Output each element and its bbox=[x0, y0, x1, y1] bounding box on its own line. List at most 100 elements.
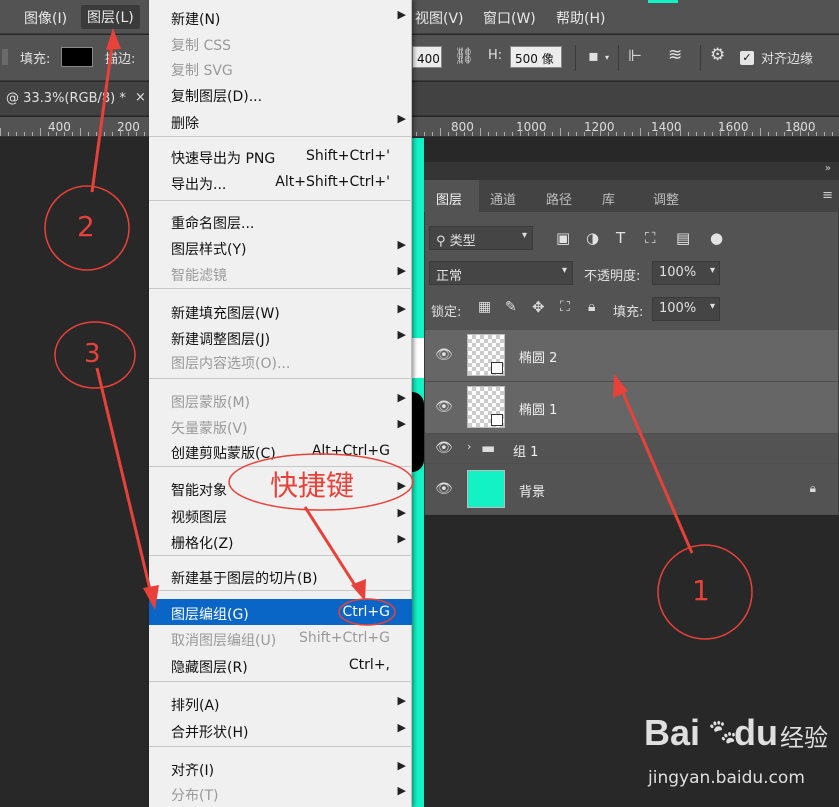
chevron-down-icon: ▾ bbox=[709, 265, 715, 276]
width-field[interactable]: 400 像 bbox=[412, 46, 442, 68]
lock-transparent-icon[interactable]: ▦ bbox=[478, 299, 491, 315]
folder-icon: ▬ bbox=[481, 439, 496, 457]
tab-channels[interactable]: 通道 bbox=[490, 189, 516, 208]
menu-item[interactable]: 智能滤镜 ▶ bbox=[149, 260, 412, 286]
menu-item[interactable]: 复制 CSS bbox=[149, 30, 412, 56]
menu-item[interactable]: 合并形状(H) ▶ bbox=[149, 717, 412, 743]
height-field[interactable]: 500 像 bbox=[510, 46, 562, 68]
layer-filter-select[interactable]: ⚲ 类型 ▾ bbox=[429, 226, 533, 250]
fill-swatch[interactable] bbox=[61, 47, 93, 67]
layer-row[interactable]: 👁︎ 椭圆 1 bbox=[425, 382, 838, 434]
ruler-tick bbox=[776, 132, 777, 136]
visibility-eye-icon[interactable]: 👁︎ bbox=[435, 347, 453, 363]
menu-item[interactable]: 隐藏图层(R) Ctrl+, bbox=[149, 652, 412, 678]
visibility-eye-icon[interactable]: 👁︎ bbox=[435, 481, 453, 497]
chevron-down-icon: ▾ bbox=[521, 230, 527, 241]
ruler-tick bbox=[576, 132, 577, 136]
lock-move-icon[interactable]: ✥ bbox=[532, 298, 545, 316]
menu-window[interactable]: 窗口(W) bbox=[483, 8, 536, 28]
menu-item-label: 新建基于图层的切片(B) bbox=[171, 571, 318, 587]
filter-toggle-icon[interactable]: ● bbox=[710, 229, 723, 247]
layer-name[interactable]: 椭圆 2 bbox=[519, 347, 557, 366]
filter-pixel-icon[interactable]: ▣ bbox=[556, 229, 570, 247]
align-edges-checkbox[interactable]: ✓ bbox=[740, 51, 754, 65]
panel-collapse-bar: » bbox=[424, 162, 839, 180]
menu-item[interactable]: 新建基于图层的切片(B) bbox=[149, 563, 412, 589]
visibility-eye-icon[interactable]: 👁︎ bbox=[435, 440, 453, 456]
layers-panel-tabs: 图层 通道 路径 库 调整 ≡ bbox=[424, 180, 839, 212]
layer-thumbnail bbox=[467, 470, 505, 508]
ruler-tick bbox=[624, 132, 625, 136]
menu-item-label: 图层编组(G) bbox=[171, 607, 249, 623]
lock-artboard-icon[interactable]: ⛶ bbox=[560, 299, 570, 315]
filter-smartobject-icon[interactable]: ▤ bbox=[676, 229, 690, 247]
menu-item[interactable]: 新建(N) ▶ bbox=[149, 4, 412, 30]
menu-help[interactable]: 帮助(H) bbox=[556, 8, 605, 28]
menu-item[interactable]: 快速导出为 PNG Shift+Ctrl+' bbox=[149, 143, 412, 169]
expand-chevron-icon[interactable]: › bbox=[467, 440, 471, 453]
submenu-arrow-icon: ▶ bbox=[397, 784, 406, 797]
menu-image[interactable]: 图像(I) bbox=[24, 8, 67, 28]
menu-item[interactable]: 图层编组(G) Ctrl+G bbox=[149, 599, 412, 625]
menu-item[interactable]: 排列(A) ▶ bbox=[149, 690, 412, 716]
menu-item[interactable]: 视频图层 ▶ bbox=[149, 502, 412, 528]
layer-thumbnail bbox=[467, 386, 505, 428]
blend-mode-select[interactable]: 正常 ▾ bbox=[429, 261, 573, 285]
tab-layers[interactable]: 图层 bbox=[436, 189, 462, 208]
menu-item[interactable]: 删除 ▶ bbox=[149, 108, 412, 134]
menu-item[interactable]: 新建调整图层(J) ▶ bbox=[149, 324, 412, 350]
menu-item[interactable]: 对齐(I) ▶ bbox=[149, 755, 412, 781]
menu-item-label: 矢量蒙版(V) bbox=[171, 421, 248, 437]
menu-item[interactable]: 栅格化(Z) ▶ bbox=[149, 528, 412, 554]
tab-paths[interactable]: 路径 bbox=[546, 189, 572, 208]
fill-field[interactable]: 100% ▾ bbox=[652, 297, 720, 321]
menu-item-label: 复制 SVG bbox=[171, 63, 233, 79]
layer-name[interactable]: 椭圆 1 bbox=[519, 399, 557, 418]
accent-line bbox=[648, 0, 678, 3]
filter-type-icon[interactable]: T bbox=[616, 229, 625, 247]
menu-item[interactable]: 重命名图层... bbox=[149, 208, 412, 234]
layer-name[interactable]: 背景 bbox=[519, 481, 545, 500]
collapse-icon[interactable]: » bbox=[825, 163, 831, 174]
align-icon[interactable]: ⊩ bbox=[628, 46, 642, 65]
menu-item[interactable]: 图层蒙版(M) ▶ bbox=[149, 387, 412, 413]
menu-item[interactable]: 复制图层(D)... bbox=[149, 81, 412, 107]
ruler-tick bbox=[144, 132, 145, 136]
ruler-tick bbox=[800, 128, 801, 136]
gear-icon[interactable]: ⚙ bbox=[710, 45, 725, 65]
tab-library[interactable]: 库 bbox=[602, 189, 615, 208]
arrange-icon[interactable]: ≋ bbox=[668, 45, 682, 65]
menu-item[interactable]: 取消图层编组(U) Shift+Ctrl+G bbox=[149, 625, 412, 651]
menu-layer[interactable]: 图层(L) bbox=[81, 5, 140, 29]
ruler-tick bbox=[688, 132, 689, 136]
ruler-tick bbox=[128, 132, 129, 136]
submenu-arrow-icon: ▶ bbox=[397, 721, 406, 734]
layer-row-group[interactable]: 👁︎ › ▬ 组 1 bbox=[425, 434, 838, 464]
opacity-field[interactable]: 100% ▾ bbox=[652, 261, 720, 285]
filter-adjustment-icon[interactable]: ◑ bbox=[586, 229, 599, 247]
visibility-eye-icon[interactable]: 👁︎ bbox=[435, 399, 453, 415]
lock-brush-icon[interactable]: ✎ bbox=[505, 299, 517, 315]
menu-view[interactable]: 视图(V) bbox=[415, 8, 464, 28]
menu-item[interactable]: 图层内容选项(O)... bbox=[149, 348, 412, 374]
menu-item[interactable]: 导出为... Alt+Shift+Ctrl+' bbox=[149, 169, 412, 195]
filter-shape-icon[interactable]: ⛶ bbox=[645, 229, 656, 247]
lock-all-icon[interactable]: 🔒︎ bbox=[588, 299, 595, 315]
path-ops-icon[interactable]: ▪ bbox=[588, 46, 599, 65]
ruler-tick bbox=[432, 132, 433, 136]
link-icon[interactable]: ⛓ bbox=[454, 46, 474, 65]
menu-item[interactable]: 复制 SVG bbox=[149, 55, 412, 81]
menu-item[interactable]: 图层样式(Y) ▶ bbox=[149, 234, 412, 260]
layer-name[interactable]: 组 1 bbox=[513, 441, 538, 460]
menu-item[interactable]: 创建剪贴蒙版(C) Alt+Ctrl+G bbox=[149, 438, 412, 464]
menu-item[interactable]: 新建填充图层(W) ▶ bbox=[149, 298, 412, 324]
panel-menu-icon[interactable]: ≡ bbox=[822, 188, 833, 203]
ruler-tick bbox=[600, 128, 601, 136]
tab-adjustments[interactable]: 调整 bbox=[653, 189, 679, 208]
close-tab-icon[interactable]: × bbox=[135, 90, 146, 105]
menu-item[interactable]: 分布(T) ▶ bbox=[149, 780, 412, 806]
document-tab[interactable]: @ 33.3%(RGB/8) * bbox=[6, 91, 126, 106]
layer-row-background[interactable]: 👁︎ 背景 🔒︎ bbox=[425, 465, 838, 515]
menu-item[interactable]: 矢量蒙版(V) ▶ bbox=[149, 413, 412, 439]
layer-row[interactable]: 👁︎ 椭圆 2 bbox=[425, 330, 838, 382]
